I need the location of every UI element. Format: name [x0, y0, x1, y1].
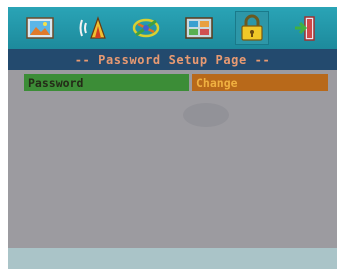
help-bar	[8, 248, 337, 269]
setting-row-password[interactable]: Password Change	[24, 74, 328, 91]
setup-screen: -- Password Setup Page -- Password Chang…	[8, 7, 337, 269]
video-setup-icon[interactable]	[130, 12, 162, 44]
audio-setup-icon[interactable]	[77, 12, 109, 44]
exit-setup-icon[interactable]	[289, 12, 321, 44]
page-title: -- Password Setup Page --	[74, 52, 271, 67]
setup-menu-icon-bar	[8, 7, 337, 49]
setting-label[interactable]: Password	[24, 74, 189, 91]
page-title-bar: -- Password Setup Page --	[8, 49, 337, 70]
setting-value[interactable]: Change	[192, 74, 328, 91]
preference-setup-icon[interactable]	[183, 12, 215, 44]
password-lock-icon[interactable]	[234, 11, 269, 45]
general-setup-icon[interactable]	[24, 12, 56, 44]
settings-panel: Password Change	[8, 70, 337, 248]
